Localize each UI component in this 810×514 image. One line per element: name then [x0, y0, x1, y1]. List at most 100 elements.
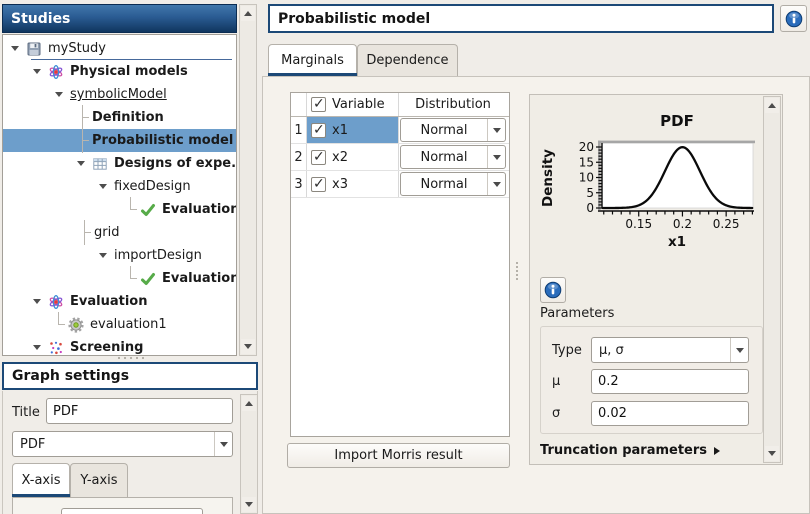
- table-icon: [92, 156, 108, 172]
- info-icon: [785, 10, 803, 28]
- variable-checkbox[interactable]: [311, 123, 326, 138]
- arrow-down-icon: [768, 451, 776, 456]
- expand-caret-icon[interactable]: [33, 345, 41, 350]
- header-info-button[interactable]: [780, 5, 807, 32]
- variable-checkbox[interactable]: [311, 177, 326, 192]
- sigma-input[interactable]: [591, 401, 749, 426]
- combo-arrow-zone[interactable]: [214, 432, 232, 456]
- expand-caret-icon[interactable]: [99, 184, 107, 189]
- distribution-header-cell: Distribution: [399, 93, 507, 116]
- screening-icon: [48, 340, 64, 356]
- select-all-checkbox[interactable]: [311, 97, 326, 112]
- expand-caret-icon[interactable]: [77, 161, 85, 166]
- expand-caret-icon[interactable]: [33, 69, 41, 74]
- active-tab-underline: [268, 73, 357, 76]
- variable-name: x3: [332, 177, 348, 192]
- svg-text:0: 0: [586, 201, 594, 215]
- table-row: 3 x3 Normal: [291, 171, 509, 198]
- tree-branch-line: [53, 313, 65, 336]
- atom-icon: [48, 64, 64, 80]
- expand-caret-icon[interactable]: [99, 253, 107, 258]
- tree-item-label: Evaluation: [162, 271, 237, 286]
- mu-input[interactable]: [591, 369, 749, 394]
- row-number-cell[interactable]: 1: [291, 117, 307, 143]
- svg-text:5: 5: [586, 186, 594, 200]
- tree-item-label: symbolicModel: [70, 87, 167, 102]
- scroll-down-button[interactable]: [241, 339, 255, 354]
- studies-scrollbar[interactable]: [239, 4, 257, 356]
- svg-text:20: 20: [579, 140, 594, 154]
- variable-cell[interactable]: x2: [307, 144, 399, 170]
- tree-item-definition[interactable]: Definition: [3, 106, 236, 129]
- graph-settings-title: Graph settings: [12, 368, 129, 384]
- distribution-select[interactable]: Normal: [400, 145, 506, 169]
- scroll-up-button[interactable]: [765, 98, 779, 113]
- distribution-select[interactable]: Normal: [400, 172, 506, 196]
- detail-panel-scrollbar[interactable]: [763, 96, 781, 463]
- tree-item-label: Probabilistic model: [92, 133, 233, 148]
- combo-arrow-zone[interactable]: [730, 338, 748, 362]
- expand-caret-icon[interactable]: [33, 299, 41, 304]
- tree-item-physical-models[interactable]: Physical models: [3, 60, 236, 83]
- scroll-up-button[interactable]: [242, 396, 256, 411]
- distribution-cell: Normal: [399, 171, 507, 197]
- table-row: 1x1Normal: [291, 117, 509, 144]
- scroll-down-button[interactable]: [242, 497, 256, 512]
- svg-text:0.2: 0.2: [673, 217, 692, 231]
- row-number-cell[interactable]: 2: [291, 144, 307, 170]
- check-icon: [140, 202, 156, 218]
- combo-arrow-zone[interactable]: [487, 173, 505, 195]
- tree-item-label: importDesign: [114, 248, 202, 263]
- tab-y-axis[interactable]: Y-axis: [70, 463, 128, 497]
- scroll-down-button[interactable]: [765, 446, 779, 461]
- distribution-info-button[interactable]: [540, 277, 566, 303]
- tree-item-importdesign[interactable]: importDesign: [3, 244, 236, 267]
- row-number-cell[interactable]: 3: [291, 171, 307, 197]
- variable-checkbox[interactable]: [311, 150, 326, 165]
- tree-item-designs-of-expe-[interactable]: Designs of expe...: [3, 152, 236, 175]
- tree-item-fixeddesign[interactable]: fixedDesign: [3, 175, 236, 198]
- truncation-parameters-toggle[interactable]: Truncation parameters: [540, 443, 720, 458]
- tree-item-label: fixedDesign: [114, 179, 191, 194]
- tree-item-evaluation1[interactable]: evaluation1: [3, 313, 236, 336]
- svg-text:15: 15: [579, 155, 594, 169]
- tree-item-grid[interactable]: grid: [3, 221, 236, 244]
- tree-item-evaluation[interactable]: Evaluation: [3, 198, 236, 221]
- axis-field-partial[interactable]: [61, 508, 203, 514]
- combo-arrow-zone[interactable]: [487, 119, 505, 141]
- expand-caret-icon[interactable]: [55, 92, 63, 97]
- variable-cell[interactable]: x1: [307, 117, 399, 143]
- chevron-down-icon: [220, 442, 228, 447]
- svg-text:x1: x1: [668, 234, 686, 250]
- combo-arrow-zone[interactable]: [487, 146, 505, 168]
- variable-cell[interactable]: x3: [307, 171, 399, 197]
- main-header: Probabilistic model: [268, 4, 774, 33]
- vertical-splitter-handle[interactable]: [516, 260, 518, 282]
- svg-text:0.25: 0.25: [713, 217, 740, 231]
- graph-settings-scrollbar[interactable]: [240, 394, 258, 514]
- tab-marginals[interactable]: Marginals: [268, 44, 357, 76]
- tree-item-evaluation[interactable]: Evaluation: [3, 267, 236, 290]
- tree-branch-line: [77, 106, 89, 129]
- plot-type-select[interactable]: PDF: [12, 431, 233, 457]
- distribution-cell: Normal: [399, 117, 507, 143]
- parameter-type-select[interactable]: μ, σ: [591, 337, 749, 363]
- expand-caret-icon[interactable]: [11, 46, 19, 51]
- tree-item-evaluation[interactable]: Evaluation: [3, 290, 236, 313]
- tree-item-label: evaluation1: [90, 317, 167, 332]
- tree-item-symbolicmodel[interactable]: symbolicModel: [3, 83, 236, 106]
- type-label: Type: [552, 343, 582, 358]
- graph-title-input[interactable]: [46, 398, 233, 424]
- tree-item-screening[interactable]: Screening: [3, 336, 236, 356]
- axis-settings-pane: [12, 497, 233, 514]
- tab-x-axis[interactable]: X-axis: [12, 463, 70, 497]
- distribution-select[interactable]: Normal: [400, 118, 506, 142]
- tab-dependence[interactable]: Dependence: [357, 44, 458, 76]
- tree-item-mystudy[interactable]: myStudy: [3, 37, 236, 60]
- horizontal-splitter-handle[interactable]: [116, 357, 146, 359]
- distribution-cell: Normal: [399, 144, 507, 170]
- tree-item-probabilistic-model[interactable]: Probabilistic model: [3, 129, 236, 152]
- tree-item-label: Physical models: [70, 64, 188, 79]
- scroll-up-button[interactable]: [241, 6, 255, 21]
- import-morris-button[interactable]: Import Morris result: [287, 443, 510, 468]
